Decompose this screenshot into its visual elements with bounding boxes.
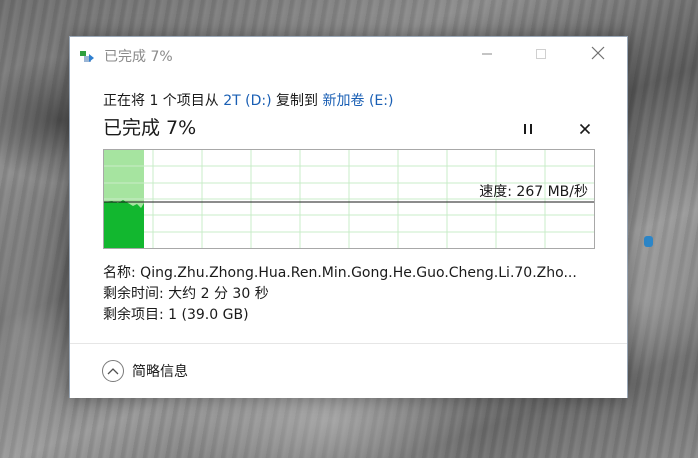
less-info-label: 简略信息 — [132, 364, 188, 380]
pause-button[interactable] — [518, 119, 538, 139]
cancel-button[interactable] — [575, 119, 595, 139]
detail-name-row: 名称: Qing.Zhu.Zhong.Hua.Ren.Min.Gong.He.G… — [103, 263, 595, 284]
window-title: 已完成 7% — [104, 49, 173, 65]
detail-items-row: 剩余项目: 1 (39.0 GB) — [103, 305, 595, 326]
close-button[interactable] — [575, 37, 621, 71]
copy-progress-dialog: 已完成 7% 正在将 1 个项目从 2T (D:) 复制到 新加卷 (E:) 已… — [69, 36, 628, 398]
destination-link[interactable]: 新加卷 (E:) — [323, 93, 394, 109]
details-panel: 名称: Qing.Zhu.Zhong.Hua.Ren.Min.Gong.He.G… — [103, 263, 595, 326]
detail-name-value: Qing.Zhu.Zhong.Hua.Ren.Min.Gong.He.Guo.C… — [140, 265, 577, 281]
minimize-button[interactable] — [464, 37, 510, 71]
copy-progress-icon — [80, 49, 96, 63]
copy-prefix: 正在将 1 个项目从 — [103, 93, 224, 109]
wallpaper-climber — [644, 236, 653, 247]
cancel-icon — [579, 120, 591, 139]
progress-status: 已完成 7% — [103, 117, 197, 139]
copy-description: 正在将 1 个项目从 2T (D:) 复制到 新加卷 (E:) — [103, 90, 393, 110]
detail-name-label: 名称: — [103, 265, 136, 281]
detail-time-label: 剩余时间: — [103, 286, 164, 302]
speed-graph: 速度: 267 MB/秒 — [103, 149, 595, 249]
maximize-icon — [535, 45, 547, 64]
close-icon — [591, 45, 605, 64]
graph-speed-area — [104, 200, 144, 248]
detail-time-value: 大约 2 分 30 秒 — [168, 286, 269, 302]
title-bar[interactable]: 已完成 7% — [70, 37, 627, 73]
detail-items-value: 1 (39.0 GB) — [168, 307, 249, 323]
copy-middle: 复制到 — [271, 93, 323, 109]
speed-label: 速度: 267 MB/秒 — [479, 184, 588, 200]
minimize-icon — [481, 45, 493, 64]
source-link[interactable]: 2T (D:) — [223, 93, 271, 109]
maximize-button[interactable] — [518, 37, 564, 71]
pause-icon — [522, 120, 534, 139]
chevron-up-icon — [102, 360, 124, 382]
detail-items-label: 剩余项目: — [103, 307, 164, 323]
dialog-footer: 简略信息 — [70, 343, 627, 398]
detail-time-row: 剩余时间: 大约 2 分 30 秒 — [103, 284, 595, 305]
less-info-button[interactable]: 简略信息 — [102, 360, 188, 382]
